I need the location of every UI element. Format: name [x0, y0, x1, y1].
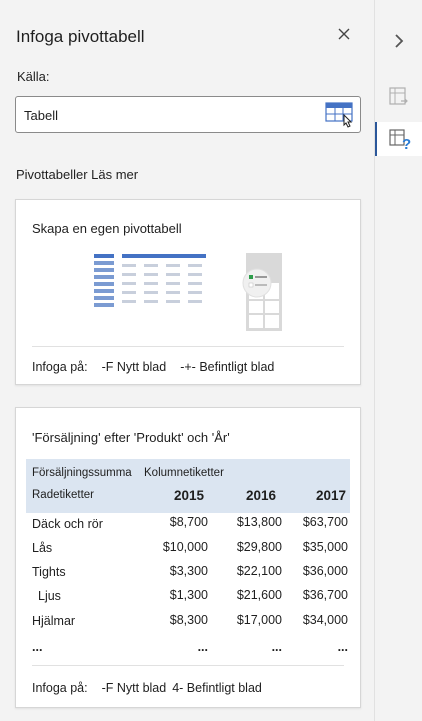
- ellipsis: ...: [197, 640, 208, 654]
- chevron-right-icon: [394, 34, 403, 48]
- year-header: 2017: [315, 488, 346, 503]
- value-cell: $34,000: [302, 613, 348, 627]
- new-sheet-option[interactable]: -F Nytt blad: [102, 360, 167, 374]
- value-cell: $63,700: [302, 515, 348, 529]
- side-rail: ?: [375, 0, 422, 721]
- year-header: 2016: [245, 488, 276, 503]
- existing-sheet-option[interactable]: 4- Befintligt blad: [172, 681, 262, 695]
- insert-options: Infoga på: -F Nytt blad 4- Befintligt bl…: [32, 681, 262, 695]
- value-cell: $21,600: [236, 588, 282, 602]
- card-title: Skapa en egen pivottabell: [32, 221, 182, 236]
- card-separator: [32, 665, 344, 666]
- create-own-pivot-card[interactable]: Skapa en egen pivottabell Infoga på: -F …: [15, 199, 361, 385]
- value-cell: $1,300: [169, 588, 208, 602]
- card-title: 'Försäljning' efter 'Produkt' och 'År': [32, 430, 230, 445]
- table-select-icon: [325, 102, 353, 128]
- pane-title: Infoga pivottabell: [16, 27, 145, 46]
- row-label: Däck och rör: [32, 517, 103, 531]
- collapse-pane-button[interactable]: [375, 24, 422, 58]
- value-cell: $10,000: [162, 540, 208, 554]
- value-cell: $13,800: [236, 515, 282, 529]
- value-cell: $35,000: [302, 540, 348, 554]
- range-select-button[interactable]: [325, 101, 355, 128]
- value-cell: $8,300: [169, 613, 208, 627]
- source-field[interactable]: Tabell: [15, 96, 361, 133]
- source-label: Källa:: [17, 69, 50, 84]
- ellipsis: ...: [337, 640, 348, 654]
- pivot-suggestions-button[interactable]: [375, 80, 422, 114]
- value-cell: $22,100: [236, 564, 282, 578]
- suggested-pivot-card[interactable]: 'Försäljning' efter 'Produkt' och 'År' F…: [15, 407, 361, 708]
- close-icon: [338, 28, 350, 40]
- source-value: Tabell: [24, 108, 58, 123]
- pivot-help-icon: ?: [388, 129, 411, 152]
- row-label: Ljus: [38, 589, 61, 603]
- year-header: 2015: [173, 488, 204, 503]
- close-button[interactable]: [334, 24, 354, 44]
- value-cell: $36,000: [302, 564, 348, 578]
- row-label: Hjälmar: [32, 614, 76, 628]
- insert-pivot-pane: Infoga pivottabell Källa: Tabell Pivotta…: [0, 0, 375, 721]
- new-sheet-option[interactable]: -F Nytt blad: [102, 681, 167, 695]
- row-labels: Radetiketter: [32, 489, 95, 501]
- pivot-help-button[interactable]: ?: [375, 122, 422, 156]
- value-cell: $17,000: [236, 613, 282, 627]
- card-separator: [32, 346, 344, 347]
- insert-options: Infoga på: -F Nytt blad -+- Befintligt b…: [32, 360, 274, 374]
- value-cell: $29,800: [236, 540, 282, 554]
- row-label: Tights: [32, 565, 66, 579]
- insert-label: Infoga på:: [32, 360, 88, 374]
- values-label: Försäljningssumma: [32, 467, 132, 479]
- pivot-table-icon: [388, 87, 408, 105]
- value-cell: $8,700: [169, 515, 208, 529]
- value-cell: $36,700: [302, 588, 348, 602]
- column-labels: Kolumnetiketter: [144, 467, 224, 479]
- svg-text:?: ?: [402, 136, 411, 152]
- existing-sheet-option[interactable]: -+- Befintligt blad: [180, 360, 274, 374]
- section-title: Pivottabeller Läs mer: [16, 167, 139, 182]
- pivot-illustration: [94, 253, 282, 331]
- ellipsis: ...: [32, 640, 43, 654]
- insert-label: Infoga på:: [32, 681, 88, 695]
- value-cell: $3,300: [169, 564, 208, 578]
- row-label: Lås: [32, 541, 53, 555]
- ellipsis: ...: [271, 640, 282, 654]
